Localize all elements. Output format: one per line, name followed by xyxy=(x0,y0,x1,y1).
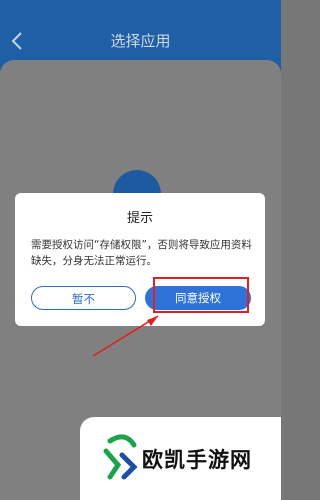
cancel-button[interactable]: 暂不 xyxy=(31,286,136,310)
brand-logo-icon xyxy=(103,434,138,480)
dialog-title: 提示 xyxy=(126,211,153,226)
highlight-box xyxy=(153,277,249,313)
dialog-message: 需要授权访问“存储权限”，否则将导致应用资料缺失，分身无法正常运行。 xyxy=(31,239,252,267)
page-title: 选择应用 xyxy=(110,32,171,50)
watermark-card: 欧凯手游网 xyxy=(80,417,281,500)
watermark-text: 欧凯手游网 xyxy=(142,448,252,472)
